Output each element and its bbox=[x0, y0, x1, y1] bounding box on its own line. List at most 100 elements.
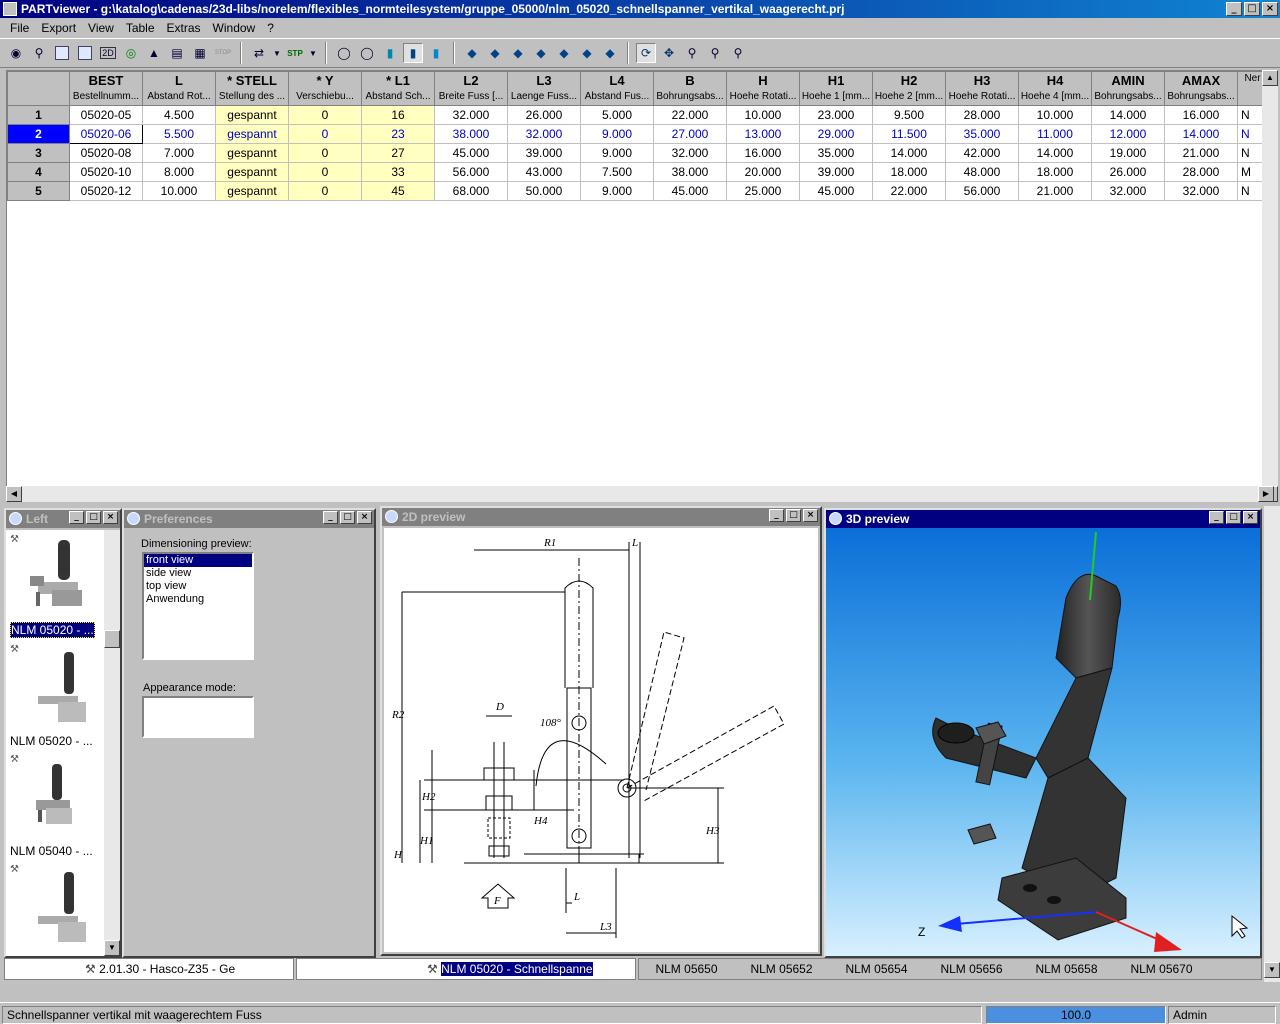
binoculars-icon[interactable]: ◉ bbox=[6, 43, 26, 63]
table-cell[interactable]: 39.000 bbox=[799, 162, 873, 182]
maximize-button[interactable]: □ bbox=[340, 511, 355, 524]
scroll-down-icon[interactable]: ▼ bbox=[1264, 962, 1280, 978]
table-cell[interactable]: 7.000 bbox=[142, 143, 216, 163]
preview-2d-title-bar[interactable]: 2D preview _ □ × bbox=[382, 508, 820, 526]
table-cell[interactable]: 26.000 bbox=[1091, 162, 1165, 182]
table-cell[interactable]: 5.000 bbox=[580, 105, 654, 125]
table-cell[interactable]: 14.000 bbox=[872, 143, 946, 163]
close-button[interactable]: × bbox=[1243, 511, 1258, 524]
table-cell[interactable]: 27.000 bbox=[653, 124, 727, 144]
table-cell[interactable]: 05020-05 bbox=[69, 105, 143, 125]
list-item[interactable]: ⚒ NLM 05020 - ... bbox=[8, 532, 102, 640]
maximize-button[interactable]: □ bbox=[86, 511, 101, 524]
preview-3d-title-bar[interactable]: 3D preview _ □ × bbox=[826, 510, 1260, 528]
maximize-button[interactable]: □ bbox=[1244, 2, 1260, 16]
table-cell[interactable]: 0 bbox=[288, 162, 362, 182]
target-icon[interactable]: ◎ bbox=[121, 43, 141, 63]
menu-table[interactable]: Table bbox=[120, 21, 161, 35]
table-cell[interactable]: 45.000 bbox=[434, 143, 508, 163]
table-cell[interactable]: 8.000 bbox=[142, 162, 216, 182]
table-cell[interactable]: 27 bbox=[361, 143, 435, 163]
rotate-icon[interactable]: ⟳ bbox=[636, 43, 656, 63]
column-header[interactable]: B Bohrungsabs... bbox=[653, 71, 727, 106]
close-button[interactable]: × bbox=[103, 511, 118, 524]
table-cell[interactable]: 23.000 bbox=[799, 105, 873, 125]
table-cell[interactable]: 9.000 bbox=[580, 143, 654, 163]
column-header[interactable]: L2 Breite Fuss [... bbox=[434, 71, 508, 106]
app-title-bar[interactable]: PARTviewer - g:\katalog\cadenas/23d-libs… bbox=[0, 0, 1280, 18]
preferences-title-bar[interactable]: Preferences _ □ × bbox=[124, 510, 374, 528]
column-header[interactable]: H2 Hoehe 2 [mm... bbox=[872, 71, 946, 106]
maximize-button[interactable]: □ bbox=[1226, 511, 1241, 524]
table-cell[interactable]: 43.000 bbox=[507, 162, 581, 182]
view-iso-icon[interactable]: ◆ bbox=[462, 43, 482, 63]
column-header[interactable]: * L1 Abstand Sch... bbox=[361, 71, 435, 106]
table-cell[interactable]: 35.000 bbox=[945, 124, 1019, 144]
table-cell[interactable]: 10.000 bbox=[142, 181, 216, 201]
table-cell[interactable]: 32.000 bbox=[653, 143, 727, 163]
family-item[interactable]: NLM 05656 bbox=[924, 959, 1019, 979]
table-cell[interactable]: 4.500 bbox=[142, 105, 216, 125]
table-cell[interactable]: 25.000 bbox=[726, 181, 800, 201]
part-selector-strip[interactable]: ⚒ NLM 05020 - Schnellspanne bbox=[296, 958, 636, 980]
table-cell[interactable]: 45.000 bbox=[799, 181, 873, 201]
column-header[interactable]: BEST Bestellnumm... bbox=[69, 71, 143, 106]
table-cell[interactable]: 7.500 bbox=[580, 162, 654, 182]
scroll-up-icon[interactable]: ▲ bbox=[1262, 70, 1278, 86]
table-cell[interactable]: 14.000 bbox=[1091, 105, 1165, 125]
column-header[interactable]: AMAX Bohrungsabs... bbox=[1164, 71, 1238, 106]
column-header[interactable]: H4 Hoehe 4 [mm... bbox=[1018, 71, 1092, 106]
list-item[interactable]: top view bbox=[144, 580, 252, 593]
list-item[interactable]: side view bbox=[144, 567, 252, 580]
family-item[interactable]: NLM 05658 bbox=[1019, 959, 1114, 979]
list-item[interactable]: Anwendung bbox=[144, 593, 252, 606]
table-cell[interactable]: 9.000 bbox=[580, 181, 654, 201]
maximize-button[interactable]: □ bbox=[786, 509, 801, 522]
table-cell[interactable]: 05020-06 bbox=[69, 124, 143, 144]
table-cell[interactable]: 26.000 bbox=[507, 105, 581, 125]
view-top-icon[interactable]: ◆ bbox=[577, 43, 597, 63]
table-cell[interactable]: 23 bbox=[361, 124, 435, 144]
column-header[interactable]: L4 Abstand Fus... bbox=[580, 71, 654, 106]
mdi-vertical-scrollbar[interactable]: ▼ bbox=[1264, 506, 1280, 982]
cylinder-solid-icon[interactable]: ▮ bbox=[403, 43, 423, 63]
scroll-thumb[interactable] bbox=[104, 630, 120, 648]
close-button[interactable]: × bbox=[803, 509, 818, 522]
table-cell[interactable]: 18.000 bbox=[872, 162, 946, 182]
table-cell[interactable]: 0 bbox=[288, 181, 362, 201]
cylinder-wire-icon[interactable]: ◯ bbox=[334, 43, 354, 63]
table-view-icon[interactable] bbox=[52, 43, 72, 63]
catalog-tree-strip[interactable]: ⚒ 2.01.30 - Hasco-Z35 - Ge bbox=[4, 958, 294, 980]
column-header[interactable]: H Hoehe Rotati... bbox=[726, 71, 800, 106]
minimize-button[interactable]: _ bbox=[769, 509, 784, 522]
table-cell[interactable]: 05020-08 bbox=[69, 143, 143, 163]
table-cell[interactable]: gespannt bbox=[215, 105, 289, 125]
table-vertical-scrollbar[interactable]: ▲ ▼ bbox=[1262, 70, 1278, 502]
table-cell[interactable]: 5.500 bbox=[142, 124, 216, 144]
minimize-button[interactable]: _ bbox=[1209, 511, 1224, 524]
table-row[interactable]: 1 05020-05 4.500 gespannt 0 16 32.000 26.000 5.0… bbox=[7, 105, 1268, 125]
menu-window[interactable]: Window bbox=[207, 21, 262, 35]
close-button[interactable]: × bbox=[357, 511, 372, 524]
cylinder-hidden-icon[interactable]: ◯ bbox=[357, 43, 377, 63]
view-left-icon[interactable]: ◆ bbox=[531, 43, 551, 63]
table-cell[interactable]: 48.000 bbox=[945, 162, 1019, 182]
list-item[interactable]: ⚒ bbox=[8, 862, 102, 956]
menu-export[interactable]: Export bbox=[35, 21, 82, 35]
view-front-icon[interactable]: ◆ bbox=[485, 43, 505, 63]
menu-help[interactable]: ? bbox=[261, 21, 280, 35]
cylinder-shaded-icon[interactable]: ▮ bbox=[380, 43, 400, 63]
column-header[interactable]: * Y Verschiebu... bbox=[288, 71, 362, 106]
dropdown-arrow-icon[interactable]: ▼ bbox=[272, 43, 282, 63]
table-cell[interactable]: 32.000 bbox=[1164, 181, 1238, 201]
table-cell[interactable]: 9.000 bbox=[580, 124, 654, 144]
table-cell[interactable]: 12.000 bbox=[1091, 124, 1165, 144]
table-cell[interactable]: 10.000 bbox=[726, 105, 800, 125]
selected-part[interactable]: NLM 05020 - Schnellspanne bbox=[441, 962, 593, 976]
table-cell[interactable]: 14.000 bbox=[1018, 143, 1092, 163]
menu-extras[interactable]: Extras bbox=[161, 21, 207, 35]
row-number[interactable]: 3 bbox=[7, 143, 70, 163]
table-cell[interactable]: 19.000 bbox=[1091, 143, 1165, 163]
table-cell[interactable]: 11.000 bbox=[1018, 124, 1092, 144]
table-cell[interactable]: 56.000 bbox=[945, 181, 1019, 201]
